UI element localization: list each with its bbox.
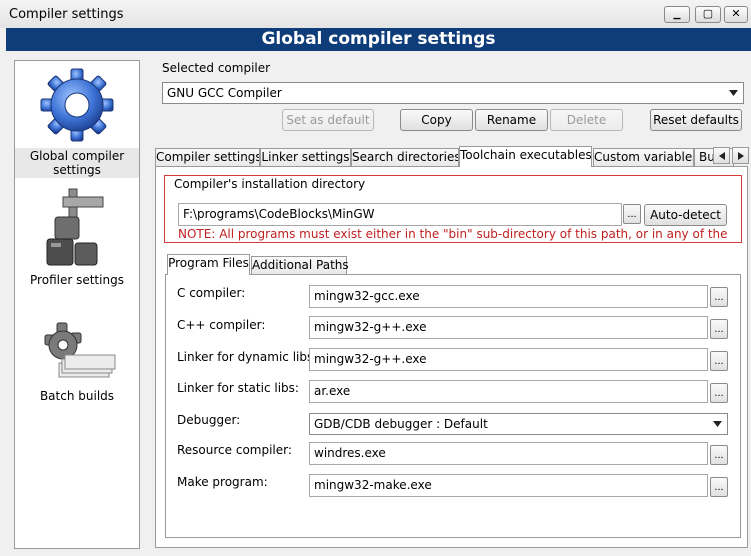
- tab-compiler-settings[interactable]: Compiler settings: [155, 148, 260, 167]
- installation-path-field[interactable]: F:\programs\CodeBlocks\MinGW: [178, 203, 622, 226]
- minimize-button[interactable]: ▁: [664, 6, 690, 23]
- nav-item-batch-builds[interactable]: Batch builds: [15, 319, 139, 404]
- c-compiler-field[interactable]: mingw32-gcc.exe: [309, 285, 708, 308]
- static-linker-field[interactable]: ar.exe: [309, 380, 708, 403]
- chevron-down-icon: [713, 421, 722, 427]
- batch-builds-icon: [44, 322, 116, 378]
- browse-install-dir-button[interactable]: ...: [623, 204, 641, 224]
- nav-label-profiler: Profiler settings: [30, 273, 124, 287]
- debugger-select-value: GDB/CDB debugger : Default: [314, 417, 488, 431]
- tab-scroll-left-button[interactable]: [713, 147, 730, 164]
- make-program-field[interactable]: mingw32-make.exe: [309, 474, 708, 497]
- browse-resource-compiler-button[interactable]: ...: [710, 445, 728, 465]
- rename-button[interactable]: Rename: [475, 109, 548, 131]
- path-note: NOTE: All programs must exist either in …: [178, 227, 728, 241]
- category-list: Global compiler settings Profiler settin…: [14, 60, 140, 549]
- tab-program-files[interactable]: Program Files: [167, 254, 250, 275]
- dynamic-linker-label: Linker for dynamic libs:: [177, 350, 318, 364]
- make-program-label: Make program:: [177, 475, 268, 489]
- page-header: Global compiler settings: [6, 28, 751, 51]
- resource-compiler-label: Resource compiler:: [177, 443, 292, 457]
- cpp-compiler-label: C++ compiler:: [177, 318, 266, 332]
- maximize-icon: ▢: [702, 8, 714, 20]
- compiler-select[interactable]: GNU GCC Compiler: [162, 82, 744, 104]
- tab-scroll-right-button[interactable]: [732, 147, 749, 164]
- debugger-select[interactable]: GDB/CDB debugger : Default: [309, 413, 728, 435]
- chevron-down-icon: [729, 90, 738, 96]
- browse-c-compiler-button[interactable]: ...: [710, 287, 728, 307]
- debugger-label: Debugger:: [177, 413, 241, 427]
- resource-compiler-field[interactable]: windres.exe: [309, 442, 708, 465]
- nav-label-batch-builds: Batch builds: [39, 389, 115, 403]
- copy-button[interactable]: Copy: [400, 109, 473, 131]
- chevron-left-icon: [718, 151, 725, 160]
- browse-make-program-button[interactable]: ...: [710, 477, 728, 497]
- gear-icon: [40, 68, 114, 142]
- browse-cpp-compiler-button[interactable]: ...: [710, 319, 728, 339]
- profiler-icon: [46, 188, 104, 266]
- auto-detect-button[interactable]: Auto-detect: [644, 204, 727, 226]
- dynamic-linker-field[interactable]: mingw32-g++.exe: [309, 348, 708, 371]
- set-default-button[interactable]: Set as default: [282, 109, 374, 131]
- tab-search-directories[interactable]: Search directories: [351, 148, 459, 167]
- tab-toolchain-executables[interactable]: Toolchain executables: [459, 146, 592, 167]
- tab-scroll-arrows: [713, 147, 749, 164]
- title-bar: Compiler settings ▁ ▢ ✕: [0, 0, 751, 28]
- program-files-panel: [165, 274, 741, 538]
- browse-dynamic-linker-button[interactable]: ...: [710, 351, 728, 371]
- tab-linker-settings[interactable]: Linker settings: [260, 148, 351, 167]
- browse-static-linker-button[interactable]: ...: [710, 383, 728, 403]
- cpp-compiler-field[interactable]: mingw32-g++.exe: [309, 316, 708, 339]
- close-icon: ✕: [731, 8, 741, 20]
- nav-item-global-compiler[interactable]: Global compiler settings: [15, 65, 139, 178]
- installation-directory-label: Compiler's installation directory: [174, 177, 366, 191]
- tab-additional-paths[interactable]: Additional Paths: [251, 256, 349, 275]
- tab-custom-variables[interactable]: Custom variables: [593, 148, 694, 167]
- selected-compiler-label: Selected compiler: [162, 61, 271, 75]
- reset-defaults-button[interactable]: Reset defaults: [650, 109, 742, 131]
- maximize-button[interactable]: ▢: [695, 6, 721, 23]
- window-title: Compiler settings: [9, 7, 124, 22]
- static-linker-label: Linker for static libs:: [177, 381, 299, 395]
- minimize-icon: ▁: [673, 9, 681, 19]
- close-button[interactable]: ✕: [724, 6, 748, 23]
- nav-label-global-compiler: Global compiler settings: [15, 148, 139, 178]
- nav-item-profiler[interactable]: Profiler settings: [15, 187, 139, 288]
- compiler-select-value: GNU GCC Compiler: [167, 86, 282, 100]
- settings-tabs: Compiler settings Linker settings Search…: [155, 146, 751, 167]
- delete-button[interactable]: Delete: [550, 109, 623, 131]
- c-compiler-label: C compiler:: [177, 286, 246, 300]
- chevron-right-icon: [737, 151, 744, 160]
